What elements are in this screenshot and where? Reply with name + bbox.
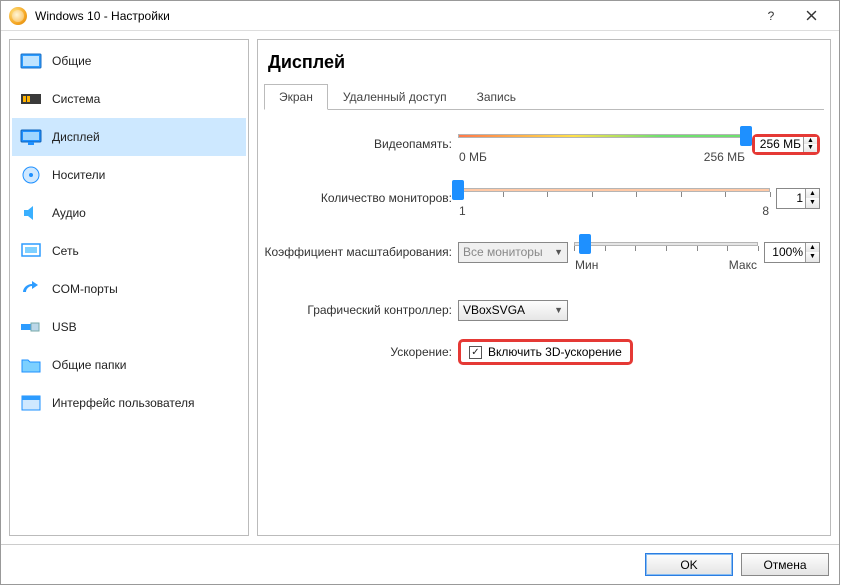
sidebar-item-general[interactable]: Общие xyxy=(12,42,246,80)
chevron-down-icon: ▼ xyxy=(554,247,563,257)
help-button[interactable]: ? xyxy=(751,2,791,30)
mon-max-label: 8 xyxy=(762,204,769,218)
video-memory-spinner[interactable]: ▲▼ xyxy=(752,134,820,155)
sidebar-item-label: Интерфейс пользователя xyxy=(52,396,195,410)
scale-input[interactable] xyxy=(765,243,805,262)
spinner-up-icon[interactable]: ▲ xyxy=(806,189,819,199)
sidebar-item-label: COM-порты xyxy=(52,282,118,296)
tab-Экран[interactable]: Экран xyxy=(264,84,328,110)
accel-3d-wrap: ✓ Включить 3D-ускорение xyxy=(458,339,633,365)
general-icon xyxy=(20,52,42,70)
close-button[interactable] xyxy=(791,2,831,30)
sidebar-item-label: Носители xyxy=(52,168,105,182)
sidebar-item-label: USB xyxy=(52,320,77,334)
scale-spinner[interactable]: ▲▼ xyxy=(764,242,820,263)
sidebar-item-label: Общие xyxy=(52,54,91,68)
ui-icon xyxy=(20,394,42,412)
scale-label: Коэффициент масштабирования: xyxy=(258,245,458,259)
com-icon xyxy=(20,280,42,298)
titlebar: Windows 10 - Настройки ? xyxy=(1,1,839,31)
sidebar-item-system[interactable]: Система xyxy=(12,80,246,118)
network-icon xyxy=(20,242,42,260)
audio-icon xyxy=(20,204,42,222)
controller-select[interactable]: VBoxSVGA ▼ xyxy=(458,300,568,321)
sidebar-item-display[interactable]: Дисплей xyxy=(12,118,246,156)
sidebar-item-usb[interactable]: USB xyxy=(12,308,246,346)
sidebar-item-folders[interactable]: Общие папки xyxy=(12,346,246,384)
video-memory-slider[interactable] xyxy=(458,124,746,148)
sidebar-item-network[interactable]: Сеть xyxy=(12,232,246,270)
window-title: Windows 10 - Настройки xyxy=(35,9,751,23)
video-memory-label: Видеопамять: xyxy=(258,137,458,151)
sidebar: Общие Система Дисплей Носители Аудио Сеть COM-… xyxy=(9,39,249,536)
tabs: ЭкранУдаленный доступЗапись xyxy=(264,83,824,110)
vm-min-label: 0 МБ xyxy=(459,150,487,164)
sidebar-item-storage[interactable]: Носители xyxy=(12,156,246,194)
scale-max-label: Макс xyxy=(729,258,757,272)
sidebar-item-label: Аудио xyxy=(52,206,86,220)
sidebar-item-label: Дисплей xyxy=(52,130,100,144)
controller-label: Графический контроллер: xyxy=(258,303,458,317)
scale-monitor-select[interactable]: Все мониторы ▼ xyxy=(458,242,568,263)
content-pane: Дисплей ЭкранУдаленный доступЗапись Виде… xyxy=(257,39,831,536)
spinner-down-icon[interactable]: ▼ xyxy=(806,198,819,208)
display-icon xyxy=(20,128,42,146)
scale-min-label: Мин xyxy=(575,258,598,272)
sidebar-item-com[interactable]: COM-порты xyxy=(12,270,246,308)
monitors-input[interactable] xyxy=(777,189,805,208)
sidebar-item-label: Сеть xyxy=(52,244,79,258)
video-memory-input[interactable] xyxy=(755,137,803,152)
tab-Удаленный доступ[interactable]: Удаленный доступ xyxy=(328,84,462,110)
chevron-down-icon: ▼ xyxy=(554,305,563,315)
sidebar-item-audio[interactable]: Аудио xyxy=(12,194,246,232)
spinner-down-icon[interactable]: ▼ xyxy=(806,252,819,262)
folders-icon xyxy=(20,356,42,374)
accel-3d-label: Включить 3D-ускорение xyxy=(488,345,622,359)
spinner-up-icon[interactable]: ▲ xyxy=(806,243,819,253)
monitors-spinner[interactable]: ▲▼ xyxy=(776,188,820,209)
dialog-footer: OK Отмена xyxy=(1,544,839,584)
sidebar-item-label: Система xyxy=(52,92,100,106)
tab-Запись[interactable]: Запись xyxy=(462,84,531,110)
storage-icon xyxy=(20,166,42,184)
scale-slider[interactable] xyxy=(574,232,758,256)
page-title: Дисплей xyxy=(258,40,830,83)
system-icon xyxy=(20,90,42,108)
monitors-label: Количество мониторов: xyxy=(258,191,458,205)
app-icon xyxy=(9,7,27,25)
spinner-up-icon[interactable]: ▲ xyxy=(804,137,817,145)
sidebar-item-label: Общие папки xyxy=(52,358,126,372)
cancel-button[interactable]: Отмена xyxy=(741,553,829,576)
mon-min-label: 1 xyxy=(459,204,466,218)
usb-icon xyxy=(20,318,42,336)
ok-button[interactable]: OK xyxy=(645,553,733,576)
spinner-down-icon[interactable]: ▼ xyxy=(804,144,817,152)
monitors-slider[interactable] xyxy=(458,178,770,202)
accel-label: Ускорение: xyxy=(258,345,458,359)
vm-max-label: 256 МБ xyxy=(704,150,745,164)
accel-3d-checkbox[interactable]: ✓ xyxy=(469,346,482,359)
sidebar-item-ui[interactable]: Интерфейс пользователя xyxy=(12,384,246,422)
